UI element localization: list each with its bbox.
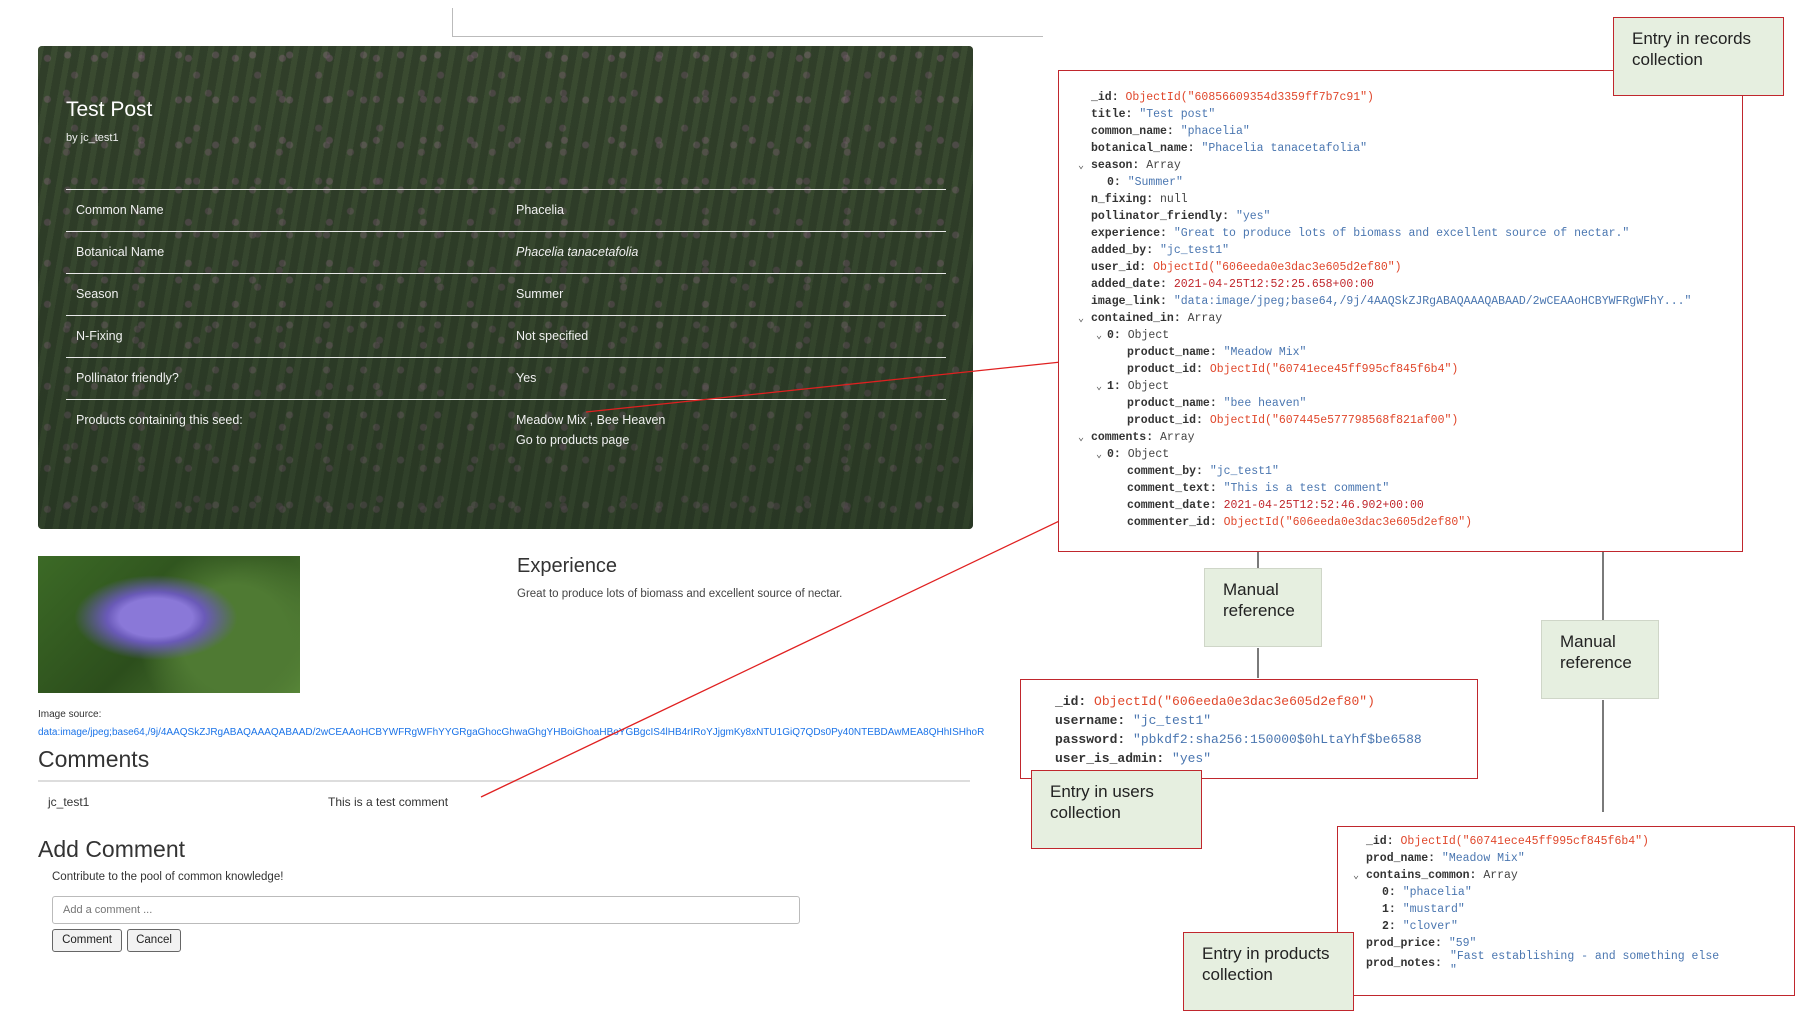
- products-cc0: "phacelia": [1402, 886, 1472, 899]
- label-products-collection: Entry in products collection: [1183, 932, 1354, 1011]
- products-price: "59": [1448, 937, 1477, 950]
- users-password: "pbkdf2:sha256:150000$0hLtaYhf$be6588: [1133, 732, 1422, 747]
- records-botanical-name: "Phacelia tanacetafolia": [1201, 142, 1368, 155]
- records-c0-commenter-id: ObjectId("606eeda0e3dac3e605d2ef80"): [1223, 516, 1473, 529]
- expand-chevron-icon[interactable]: ⌄: [1096, 449, 1102, 461]
- products-name: "Meadow Mix": [1441, 852, 1525, 865]
- label-manual-reference-products: Manual reference: [1541, 620, 1659, 699]
- records-document: _id: ObjectId("60856609354d3359ff7b7c91"…: [1058, 70, 1743, 552]
- expand-chevron-icon[interactable]: ⌄: [1096, 330, 1102, 342]
- records-added-date: 2021-04-25T12:52:25.658+00:00: [1173, 278, 1374, 291]
- records-ci1-product-id: ObjectId("607445e577798568f821af00"): [1209, 414, 1459, 427]
- expand-chevron-icon[interactable]: ⌄: [1078, 160, 1084, 172]
- records-season-type: Array: [1146, 159, 1181, 172]
- users-id: ObjectId("606eeda0e3dac3e605d2ef80"): [1094, 694, 1375, 709]
- records-c0-type: Object: [1127, 448, 1170, 461]
- label-manual-reference-users: Manual reference: [1204, 568, 1322, 647]
- records-contained-in-type: Array: [1187, 312, 1223, 325]
- label-users-collection: Entry in users collection: [1031, 770, 1202, 849]
- records-added-by: "jc_test1": [1160, 244, 1230, 257]
- expand-chevron-icon[interactable]: ⌄: [1078, 313, 1084, 325]
- records-ci0-type: Object: [1127, 329, 1170, 342]
- products-arrow: [585, 352, 1120, 413]
- products-notes-line2: ": [1450, 964, 1457, 977]
- records-title: "Test post": [1139, 108, 1216, 121]
- products-id: ObjectId("60741ece45ff995cf845f6b4"): [1400, 835, 1649, 848]
- products-contains-type: Array: [1483, 869, 1518, 882]
- users-document: _id: ObjectId("606eeda0e3dac3e605d2ef80"…: [1020, 679, 1478, 779]
- records-id: ObjectId("60856609354d3359ff7b7c91"): [1125, 91, 1374, 104]
- records-ci1-product-name: "bee heaven": [1223, 397, 1307, 410]
- records-image-link: "data:image/jpeg;base64,/9j/4AAQSkZJRgAB…: [1173, 295, 1692, 308]
- records-pollinator: "yes": [1235, 210, 1271, 223]
- records-ci1-type: Object: [1127, 380, 1170, 393]
- products-cc1: "mustard": [1402, 903, 1465, 916]
- records-ci0-product-name: "Meadow Mix": [1223, 346, 1307, 359]
- expand-chevron-icon[interactable]: ⌄: [1078, 432, 1084, 444]
- records-season-0: "Summer": [1127, 176, 1183, 189]
- expand-chevron-icon[interactable]: ⌄: [1096, 381, 1102, 393]
- users-is-admin: "yes": [1172, 751, 1212, 766]
- records-ci0-product-id: ObjectId("60741ece45ff995cf845f6b4"): [1209, 363, 1459, 376]
- products-cc2: "clover": [1402, 920, 1458, 933]
- products-notes-line1: "Fast establishing - and something else: [1450, 950, 1720, 963]
- products-document: _id: ObjectId("60741ece45ff995cf845f6b4"…: [1337, 826, 1795, 996]
- expand-chevron-icon[interactable]: ⌄: [1353, 870, 1359, 882]
- records-c0-comment-text: "This is a test comment": [1223, 482, 1390, 495]
- records-c0-comment-by: "jc_test1": [1209, 465, 1279, 478]
- records-n-fixing: null: [1160, 193, 1188, 206]
- label-records-collection: Entry in records collection: [1613, 17, 1784, 96]
- records-user-id: ObjectId("606eeda0e3dac3e605d2ef80"): [1153, 261, 1402, 274]
- records-comments-type: Array: [1160, 431, 1195, 444]
- records-c0-comment-date: 2021-04-25T12:52:46.902+00:00: [1223, 499, 1424, 512]
- records-common-name: "phacelia": [1180, 125, 1250, 138]
- records-experience: "Great to produce lots of biomass and ex…: [1173, 227, 1630, 240]
- users-username: "jc_test1": [1133, 713, 1212, 728]
